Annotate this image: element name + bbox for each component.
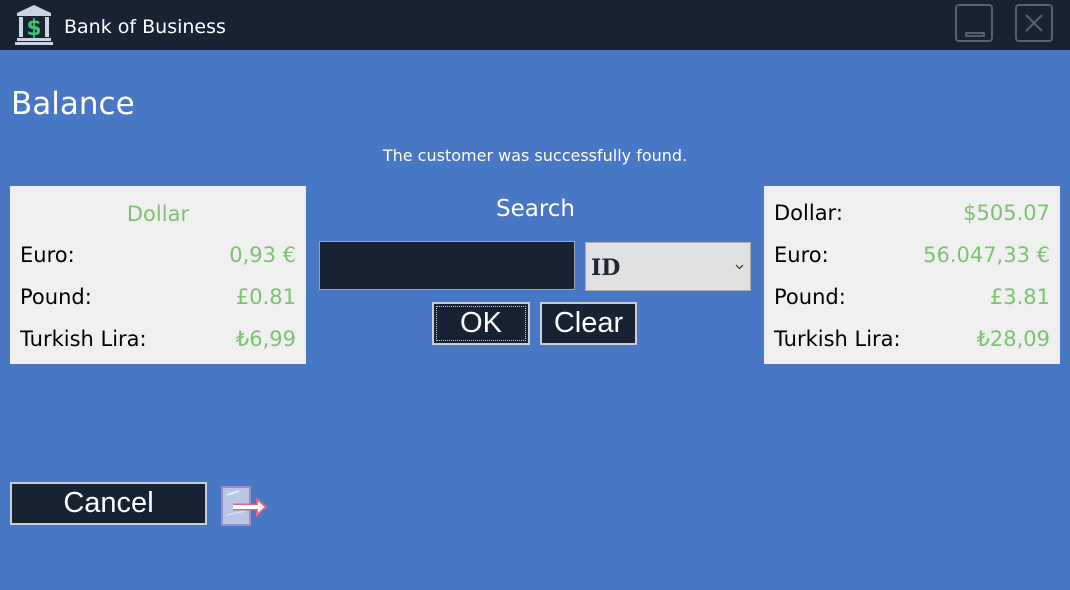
balance-value: ₺28,09 [976, 327, 1050, 351]
close-window-button[interactable] [1015, 4, 1053, 42]
focus-rectangle [436, 306, 526, 341]
balance-row-dollar: Dollar: $505.07 [774, 201, 1050, 231]
clear-button-label: Clear [553, 307, 624, 339]
balance-row-turkish-lira: Turkish Lira: ₺28,09 [774, 327, 1050, 357]
exchange-rates-panel: Dollar Euro: 0,93 € Pound: £0.81 Turkish… [10, 186, 306, 364]
balance-value: 56.047,33 € [923, 243, 1050, 267]
minimize-icon [965, 32, 985, 37]
balance-row-pound: Pound: £3.81 [774, 285, 1050, 315]
status-message: The customer was successfully found. [382, 146, 688, 165]
search-type-value: ID [591, 255, 621, 281]
customer-balance-panel: Dollar: $505.07 Euro: 56.047,33 € Pound:… [764, 186, 1060, 364]
rate-row-turkish-lira: Turkish Lira: ₺6,99 [20, 327, 296, 357]
balance-label: Euro: [774, 243, 829, 267]
rate-row-pound: Pound: £0.81 [20, 285, 296, 315]
search-type-select[interactable]: ID [585, 242, 751, 291]
chevron-down-icon [735, 264, 744, 270]
balance-label: Turkish Lira: [774, 327, 901, 351]
cancel-button-label: Cancel [63, 487, 154, 519]
app-title: Bank of Business [64, 16, 226, 38]
bank-dollar-icon: $ [15, 5, 53, 45]
balance-value: $505.07 [963, 201, 1050, 225]
cancel-button[interactable]: Cancel [10, 482, 207, 525]
close-icon [1025, 14, 1043, 32]
search-label: Search [495, 196, 576, 222]
rate-label: Turkish Lira: [20, 327, 147, 351]
rate-row-euro: Euro: 0,93 € [20, 243, 296, 273]
exit-arrow-icon[interactable] [221, 485, 267, 527]
rate-value: 0,93 € [229, 243, 296, 267]
search-input[interactable] [319, 241, 575, 290]
svg-text:$: $ [26, 16, 41, 41]
balance-label: Dollar: [774, 201, 843, 225]
minimize-button[interactable] [955, 4, 993, 42]
balance-row-euro: Euro: 56.047,33 € [774, 243, 1050, 273]
balance-label: Pound: [774, 285, 846, 309]
page-title: Balance [11, 86, 135, 122]
ok-button[interactable]: OK [432, 302, 530, 345]
clear-button[interactable]: Clear [540, 302, 637, 345]
rate-label: Euro: [20, 243, 75, 267]
rate-value: £0.81 [235, 285, 296, 309]
rate-label: Pound: [20, 285, 92, 309]
rate-value: ₺6,99 [235, 327, 296, 351]
title-bar: $ Bank of Business [0, 0, 1070, 50]
base-currency-label: Dollar [126, 202, 190, 226]
balance-value: £3.81 [989, 285, 1050, 309]
